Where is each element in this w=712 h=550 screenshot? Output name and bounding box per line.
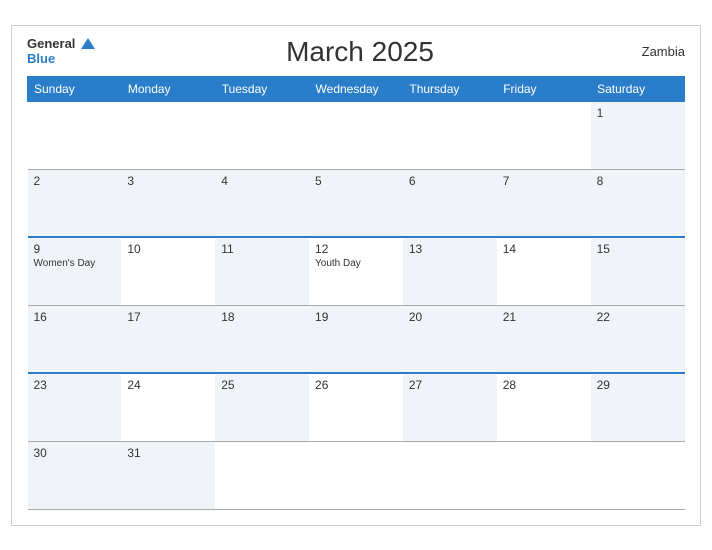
- day-number: 15: [597, 242, 679, 256]
- weekday-header-thursday: Thursday: [403, 76, 497, 101]
- calendar-cell: [591, 441, 685, 509]
- calendar-cell: 18: [215, 305, 309, 373]
- weekday-header-saturday: Saturday: [591, 76, 685, 101]
- calendar-cell: [28, 101, 122, 169]
- day-number: 1: [597, 106, 679, 120]
- calendar-cell: [215, 101, 309, 169]
- calendar-header: General Blue March 2025 Zambia: [27, 36, 685, 68]
- day-number: 2: [34, 174, 116, 188]
- weekday-header-wednesday: Wednesday: [309, 76, 403, 101]
- day-number: 28: [503, 378, 585, 392]
- calendar-cell: 27: [403, 373, 497, 441]
- calendar-cell: 14: [497, 237, 591, 305]
- calendar-week-row-5: 30 31: [28, 441, 685, 509]
- weekday-header-monday: Monday: [121, 76, 215, 101]
- calendar-cell: 10: [121, 237, 215, 305]
- calendar-week-row-0: 1: [28, 101, 685, 169]
- day-event: Women's Day: [34, 258, 116, 269]
- calendar-cell: [403, 101, 497, 169]
- calendar-cell: 15: [591, 237, 685, 305]
- calendar-cell: [497, 441, 591, 509]
- day-number: 3: [127, 174, 209, 188]
- calendar-cell: 25: [215, 373, 309, 441]
- day-number: 7: [503, 174, 585, 188]
- day-number: 25: [221, 378, 303, 392]
- calendar-week-row-4: 23 24 25 26 27 28 29: [28, 373, 685, 441]
- day-number: 21: [503, 310, 585, 324]
- calendar-cell: 8: [591, 169, 685, 237]
- calendar-cell: 11: [215, 237, 309, 305]
- day-number: 27: [409, 378, 491, 392]
- calendar-grid: SundayMondayTuesdayWednesdayThursdayFrid…: [27, 76, 685, 510]
- day-number: 18: [221, 310, 303, 324]
- day-number: 14: [503, 242, 585, 256]
- calendar-cell: 7: [497, 169, 591, 237]
- calendar-week-row-1: 2345678: [28, 169, 685, 237]
- day-number: 16: [34, 310, 116, 324]
- calendar-week-row-2: 9 Women's Day 10 11 12 Youth Day 13 14 15: [28, 237, 685, 305]
- calendar-cell: 2: [28, 169, 122, 237]
- calendar-cell: 20: [403, 305, 497, 373]
- weekday-header-tuesday: Tuesday: [215, 76, 309, 101]
- calendar-cell: 23: [28, 373, 122, 441]
- day-number: 26: [315, 378, 397, 392]
- calendar-cell: 9 Women's Day: [28, 237, 122, 305]
- day-number: 29: [597, 378, 679, 392]
- calendar-cell: 24: [121, 373, 215, 441]
- calendar-cell: 29: [591, 373, 685, 441]
- day-number: 20: [409, 310, 491, 324]
- logo-triangle-icon: [81, 38, 95, 49]
- calendar-cell: 17: [121, 305, 215, 373]
- day-number: 17: [127, 310, 209, 324]
- day-number: 19: [315, 310, 397, 324]
- calendar-cell: 1: [591, 101, 685, 169]
- calendar-cell: [403, 441, 497, 509]
- calendar-cell: 6: [403, 169, 497, 237]
- day-number: 6: [409, 174, 491, 188]
- day-number: 9: [34, 242, 116, 256]
- day-number: 13: [409, 242, 491, 256]
- day-number: 12: [315, 242, 397, 256]
- calendar-cell: 16: [28, 305, 122, 373]
- logo-general: General: [27, 36, 75, 51]
- day-number: 4: [221, 174, 303, 188]
- calendar-container: General Blue March 2025 Zambia SundayMon…: [11, 25, 701, 526]
- logo-blue: Blue: [27, 51, 55, 66]
- calendar-title: March 2025: [95, 36, 625, 68]
- calendar-cell: [121, 101, 215, 169]
- calendar-cell: [215, 441, 309, 509]
- day-number: 5: [315, 174, 397, 188]
- calendar-cell: 31: [121, 441, 215, 509]
- calendar-cell: 3: [121, 169, 215, 237]
- calendar-cell: [309, 441, 403, 509]
- calendar-cell: 13: [403, 237, 497, 305]
- calendar-cell: 26: [309, 373, 403, 441]
- calendar-cell: 22: [591, 305, 685, 373]
- weekday-header-row: SundayMondayTuesdayWednesdayThursdayFrid…: [28, 76, 685, 101]
- logo: General Blue: [27, 37, 95, 66]
- day-event: Youth Day: [315, 258, 397, 269]
- calendar-cell: 12 Youth Day: [309, 237, 403, 305]
- day-number: 11: [221, 242, 303, 256]
- calendar-cell: [309, 101, 403, 169]
- day-number: 22: [597, 310, 679, 324]
- day-number: 31: [127, 446, 209, 460]
- country-label: Zambia: [625, 44, 685, 59]
- weekday-header-sunday: Sunday: [28, 76, 122, 101]
- day-number: 23: [34, 378, 116, 392]
- calendar-cell: 30: [28, 441, 122, 509]
- day-number: 10: [127, 242, 209, 256]
- calendar-cell: [497, 101, 591, 169]
- day-number: 8: [597, 174, 679, 188]
- day-number: 24: [127, 378, 209, 392]
- calendar-week-row-3: 16 17 18 19 20 21 22: [28, 305, 685, 373]
- calendar-cell: 28: [497, 373, 591, 441]
- calendar-cell: 5: [309, 169, 403, 237]
- calendar-cell: 19: [309, 305, 403, 373]
- weekday-header-friday: Friday: [497, 76, 591, 101]
- calendar-cell: 4: [215, 169, 309, 237]
- calendar-cell: 21: [497, 305, 591, 373]
- day-number: 30: [34, 446, 116, 460]
